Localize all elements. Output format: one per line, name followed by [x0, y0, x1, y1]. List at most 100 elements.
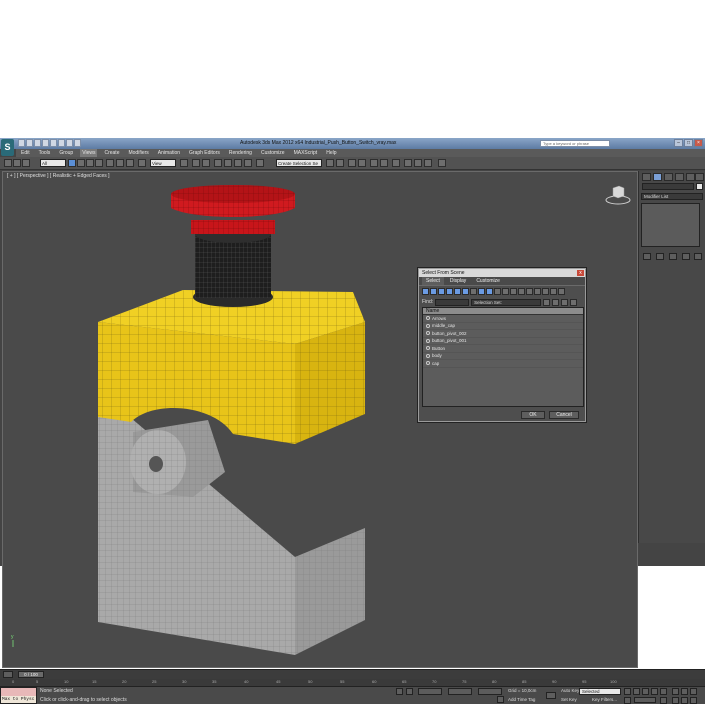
select-none-icon[interactable]	[534, 288, 541, 295]
go-to-end-icon[interactable]	[660, 688, 667, 695]
percent-snap-icon[interactable]	[234, 159, 242, 167]
ok-button[interactable]: OK	[521, 411, 545, 419]
list-item[interactable]: cap	[423, 360, 583, 368]
sort-icon[interactable]	[558, 288, 565, 295]
angle-snap-icon[interactable]	[224, 159, 232, 167]
snaps-toggle-icon[interactable]	[214, 159, 222, 167]
lock-selection-icon[interactable]	[396, 688, 403, 695]
object-name-field[interactable]	[642, 183, 694, 190]
find-input[interactable]	[435, 298, 470, 306]
z-coordinate-field[interactable]	[478, 688, 502, 695]
motion-tab-icon[interactable]	[675, 173, 684, 181]
select-manipulate-icon[interactable]	[192, 159, 200, 167]
zoom-all-icon[interactable]	[681, 688, 688, 695]
show-end-result-icon[interactable]	[656, 253, 664, 260]
display-helpers-icon[interactable]	[454, 288, 461, 295]
rendered-frame-window-icon[interactable]	[414, 159, 422, 167]
pan-view-icon[interactable]	[681, 697, 688, 704]
display-all-icon[interactable]	[502, 288, 509, 295]
dialog-tab-select[interactable]: Select	[422, 277, 444, 285]
maxscript-output[interactable]	[1, 688, 36, 696]
curve-editor-icon[interactable]	[370, 159, 378, 167]
absolute-mode-icon[interactable]	[406, 688, 413, 695]
auto-key-button[interactable]: Auto Key	[561, 688, 579, 693]
play-icon[interactable]	[642, 688, 649, 695]
field-of-view-icon[interactable]	[672, 697, 679, 704]
key-mode-toggle-icon[interactable]	[624, 697, 631, 704]
maxscript-listener[interactable]: Max to Physc	[0, 687, 37, 704]
spinner-snap-icon[interactable]	[244, 159, 252, 167]
display-cameras-icon[interactable]	[446, 288, 453, 295]
utilities-tab-icon[interactable]	[695, 173, 704, 181]
zoom-extents-icon[interactable]	[690, 688, 697, 695]
rotate-icon[interactable]	[116, 159, 124, 167]
minimize-icon[interactable]: –	[674, 139, 683, 147]
scale-icon[interactable]	[126, 159, 134, 167]
material-editor-icon[interactable]	[392, 159, 400, 167]
graphite-tools-icon[interactable]	[358, 159, 366, 167]
viewcube-icon[interactable]	[605, 184, 631, 208]
menu-tools[interactable]: Tools	[37, 149, 53, 157]
app-logo-icon[interactable]: S	[1, 139, 14, 156]
menu-views[interactable]: Views	[80, 149, 98, 157]
menu-graph-editors[interactable]: Graph Editors	[187, 149, 222, 157]
display-none-icon[interactable]	[510, 288, 517, 295]
align-icon[interactable]	[336, 159, 344, 167]
activeshade-icon[interactable]	[438, 159, 446, 167]
menu-customize[interactable]: Customize	[259, 149, 287, 157]
fetch-icon[interactable]	[66, 139, 73, 147]
zoom-icon[interactable]	[672, 688, 679, 695]
pin-stack-icon[interactable]	[643, 253, 651, 260]
unlink-icon[interactable]	[13, 159, 21, 167]
list-item[interactable]: Button	[423, 345, 583, 353]
display-lights-icon[interactable]	[438, 288, 445, 295]
remove-modifier-icon[interactable]	[682, 253, 690, 260]
key-mode-icon[interactable]	[546, 692, 556, 699]
render-setup-icon[interactable]	[404, 159, 412, 167]
set-key-button[interactable]: Set Key	[561, 697, 577, 702]
edit-named-selection-icon[interactable]	[256, 159, 264, 167]
cancel-button[interactable]: Cancel	[549, 411, 579, 419]
menu-rendering[interactable]: Rendering	[227, 149, 254, 157]
named-selection-set-dropdown[interactable]: Create Selection Se	[276, 159, 322, 167]
render-production-icon[interactable]	[424, 159, 432, 167]
hold-icon[interactable]	[58, 139, 65, 147]
open-file-icon[interactable]	[26, 139, 33, 147]
add-time-tag-button[interactable]: Add Time Tag	[508, 697, 535, 702]
scene-object-list[interactable]: Name Arrows middle_cap button_pivot_002 …	[422, 307, 584, 407]
help-search-input[interactable]: Type a keyword or phrase	[540, 140, 610, 147]
list-item[interactable]: button_pivot_001	[423, 338, 583, 345]
orbit-icon[interactable]	[690, 697, 697, 704]
selection-filter-dropdown[interactable]: All	[40, 159, 66, 167]
previous-frame-icon[interactable]	[633, 688, 640, 695]
redo-icon[interactable]	[50, 139, 57, 147]
menu-modifiers[interactable]: Modifiers	[126, 149, 150, 157]
menu-animation[interactable]: Animation	[156, 149, 182, 157]
next-frame-icon[interactable]	[651, 688, 658, 695]
modify-tab-icon[interactable]	[653, 173, 662, 181]
column-header-name[interactable]: Name	[423, 308, 583, 315]
select-all-icon[interactable]	[526, 288, 533, 295]
create-tab-icon[interactable]	[642, 173, 651, 181]
undo-icon[interactable]	[42, 139, 49, 147]
list-item[interactable]: body	[423, 353, 583, 360]
menu-create[interactable]: Create	[102, 149, 121, 157]
configure-modifier-sets-icon[interactable]	[694, 253, 702, 260]
selection-set-dropdown[interactable]: Selection Set:	[471, 298, 542, 306]
menu-group[interactable]: Group	[57, 149, 75, 157]
sync-selection-icon[interactable]	[552, 298, 560, 306]
dialog-close-icon[interactable]: x	[577, 270, 584, 276]
select-invert-icon[interactable]	[542, 288, 549, 295]
display-tab-icon[interactable]	[686, 173, 695, 181]
save-file-icon[interactable]	[34, 139, 41, 147]
menu-maxscript[interactable]: MAXScript	[292, 149, 320, 157]
display-invert-icon[interactable]	[518, 288, 525, 295]
display-bones-icon[interactable]	[486, 288, 493, 295]
find-case-sensitive-icon[interactable]	[543, 298, 551, 306]
y-coordinate-field[interactable]	[448, 688, 472, 695]
dialog-tab-display[interactable]: Display	[446, 277, 470, 285]
keyboard-shortcut-icon[interactable]	[202, 159, 210, 167]
layer-manager-icon[interactable]	[348, 159, 356, 167]
schematic-view-icon[interactable]	[380, 159, 388, 167]
menu-help[interactable]: Help	[324, 149, 338, 157]
